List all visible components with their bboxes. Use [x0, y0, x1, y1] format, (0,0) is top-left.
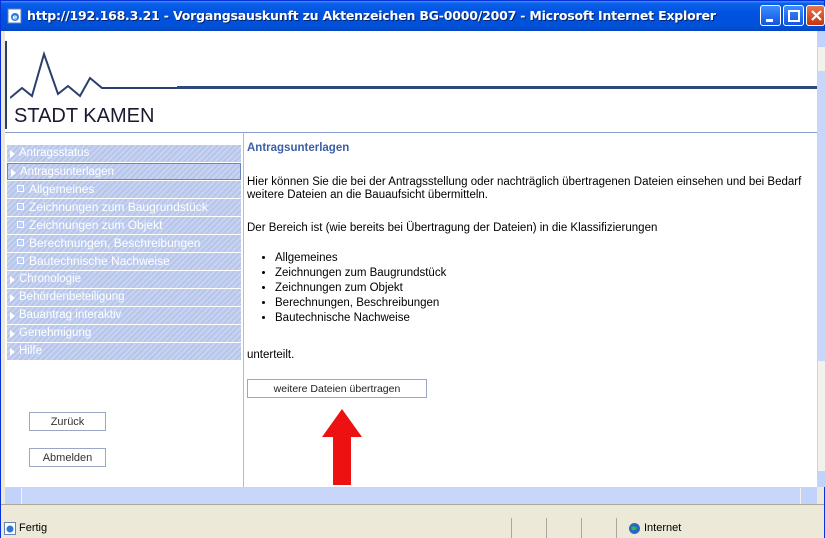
- status-text: Fertig: [19, 522, 48, 534]
- classification-paragraph: Der Bereich ist (wie bereits bei Übertra…: [247, 222, 658, 234]
- page-title: Antragsunterlagen: [247, 142, 350, 154]
- maximize-button[interactable]: [783, 5, 804, 26]
- vertical-scroll-thumb[interactable]: [818, 71, 825, 361]
- scroll-up-arrow-icon[interactable]: [818, 31, 825, 47]
- list-item: Allgemeines: [275, 251, 446, 266]
- sidebar-item-label: Behördenbeteiligung: [19, 291, 125, 303]
- sidebar-item-label: Antragsstatus: [19, 147, 90, 159]
- horizontal-scrollbar[interactable]: [5, 487, 817, 505]
- main-content: Antragsunterlagen Hier können Sie die be…: [247, 133, 817, 487]
- sidebar-item-bauantrag-interaktiv[interactable]: Bauantrag interaktiv: [7, 307, 241, 324]
- sidebar-item-antragsstatus[interactable]: Antragsstatus: [7, 145, 241, 162]
- sidebar-item-label: Zeichnungen zum Baugrundstück: [29, 200, 208, 214]
- minimize-icon: [766, 19, 773, 22]
- closing-text: unterteilt.: [247, 349, 295, 361]
- bullet-square-icon: [17, 239, 24, 246]
- sidebar-subitem-berechnungen[interactable]: Berechnungen, Beschreibungen: [7, 235, 241, 252]
- horizontal-scroll-thumb[interactable]: [22, 488, 800, 504]
- upload-files-button[interactable]: weitere Dateien übertragen: [247, 379, 427, 398]
- bullet-square-icon: [17, 257, 24, 264]
- maximize-icon: [788, 10, 800, 22]
- status-divider: [511, 518, 512, 538]
- logout-button[interactable]: Abmelden: [29, 448, 106, 467]
- window-title: http://192.168.3.21 - Vorgangsauskunft z…: [27, 8, 716, 23]
- status-bar: Fertig Internet: [1, 504, 824, 538]
- security-zone: Internet: [644, 522, 682, 534]
- sidebar-item-label: Zeichnungen zum Objekt: [29, 218, 163, 232]
- sidebar-item-label: Chronologie: [19, 273, 82, 285]
- sidebar-subitem-zeichnungen-baugrundstueck[interactable]: Zeichnungen zum Baugrundstück: [7, 199, 241, 216]
- sidebar-subitem-allgemeines[interactable]: Allgemeines: [7, 181, 241, 198]
- title-bar: e http://192.168.3.21 - Vorgangsauskunft…: [1, 1, 825, 31]
- intro-paragraph: Hier können Sie die bei der Antragsstell…: [247, 176, 802, 201]
- bullet-square-icon: [17, 221, 24, 228]
- sidebar-item-label: Allgemeines: [29, 182, 95, 196]
- close-icon: [811, 10, 822, 21]
- list-item: Berechnungen, Beschreibungen: [275, 296, 446, 311]
- sidebar-item-label: Bauantrag interaktiv: [19, 309, 122, 321]
- status-divider: [581, 518, 582, 538]
- sidebar-item-genehmigung[interactable]: Genehmigung: [7, 325, 241, 342]
- sidebar-subitem-bautechnische-nachweise[interactable]: Bautechnische Nachweise: [7, 253, 241, 270]
- ie-page-icon: e: [7, 8, 22, 24]
- scroll-right-arrow-icon[interactable]: [801, 488, 817, 504]
- list-item: Zeichnungen zum Objekt: [275, 281, 446, 296]
- bullet-square-icon: [17, 185, 24, 192]
- sidebar-item-chronologie[interactable]: Chronologie: [7, 271, 241, 288]
- red-up-arrow-icon: [322, 409, 362, 485]
- banner-rule: [177, 86, 817, 89]
- scroll-down-arrow-icon[interactable]: [818, 471, 825, 487]
- classification-list: Allgemeines Zeichnungen zum Baugrundstüc…: [247, 251, 446, 326]
- ie-page-icon: [4, 522, 16, 535]
- list-item: Zeichnungen zum Baugrundstück: [275, 266, 446, 281]
- status-divider: [616, 518, 617, 538]
- city-logo-icon: [10, 50, 178, 99]
- globe-icon: [629, 523, 640, 534]
- sidebar: Antragsstatus Antragsunterlagen Allgemei…: [5, 133, 244, 487]
- page-viewport: STADT KAMEN Antragsstatus Antragsunterla…: [5, 31, 817, 487]
- sidebar-item-label: Genehmigung: [19, 327, 92, 339]
- city-name: STADT KAMEN: [14, 105, 155, 127]
- sidebar-subitem-zeichnungen-objekt[interactable]: Zeichnungen zum Objekt: [7, 217, 241, 234]
- vertical-scrollbar[interactable]: [817, 31, 825, 487]
- sidebar-item-behoerdenbeteiligung[interactable]: Behördenbeteiligung: [7, 289, 241, 306]
- city-banner: STADT KAMEN: [5, 41, 817, 129]
- sidebar-item-label: Antragsunterlagen: [20, 166, 114, 178]
- list-item: Bautechnische Nachweise: [275, 311, 446, 326]
- back-button[interactable]: Zurück: [29, 412, 106, 431]
- svg-text:e: e: [13, 14, 18, 22]
- scroll-left-arrow-icon[interactable]: [5, 488, 21, 504]
- status-divider: [546, 518, 547, 538]
- browser-window: e http://192.168.3.21 - Vorgangsauskunft…: [0, 0, 825, 538]
- minimize-button[interactable]: [760, 5, 781, 26]
- sidebar-item-label: Bautechnische Nachweise: [29, 254, 170, 268]
- sidebar-item-hilfe[interactable]: Hilfe: [7, 343, 241, 360]
- bullet-square-icon: [17, 203, 24, 210]
- sidebar-item-label: Berechnungen, Beschreibungen: [29, 236, 201, 250]
- sidebar-item-antragsunterlagen[interactable]: Antragsunterlagen: [7, 163, 241, 180]
- sidebar-item-label: Hilfe: [19, 345, 43, 357]
- close-button[interactable]: [806, 5, 825, 26]
